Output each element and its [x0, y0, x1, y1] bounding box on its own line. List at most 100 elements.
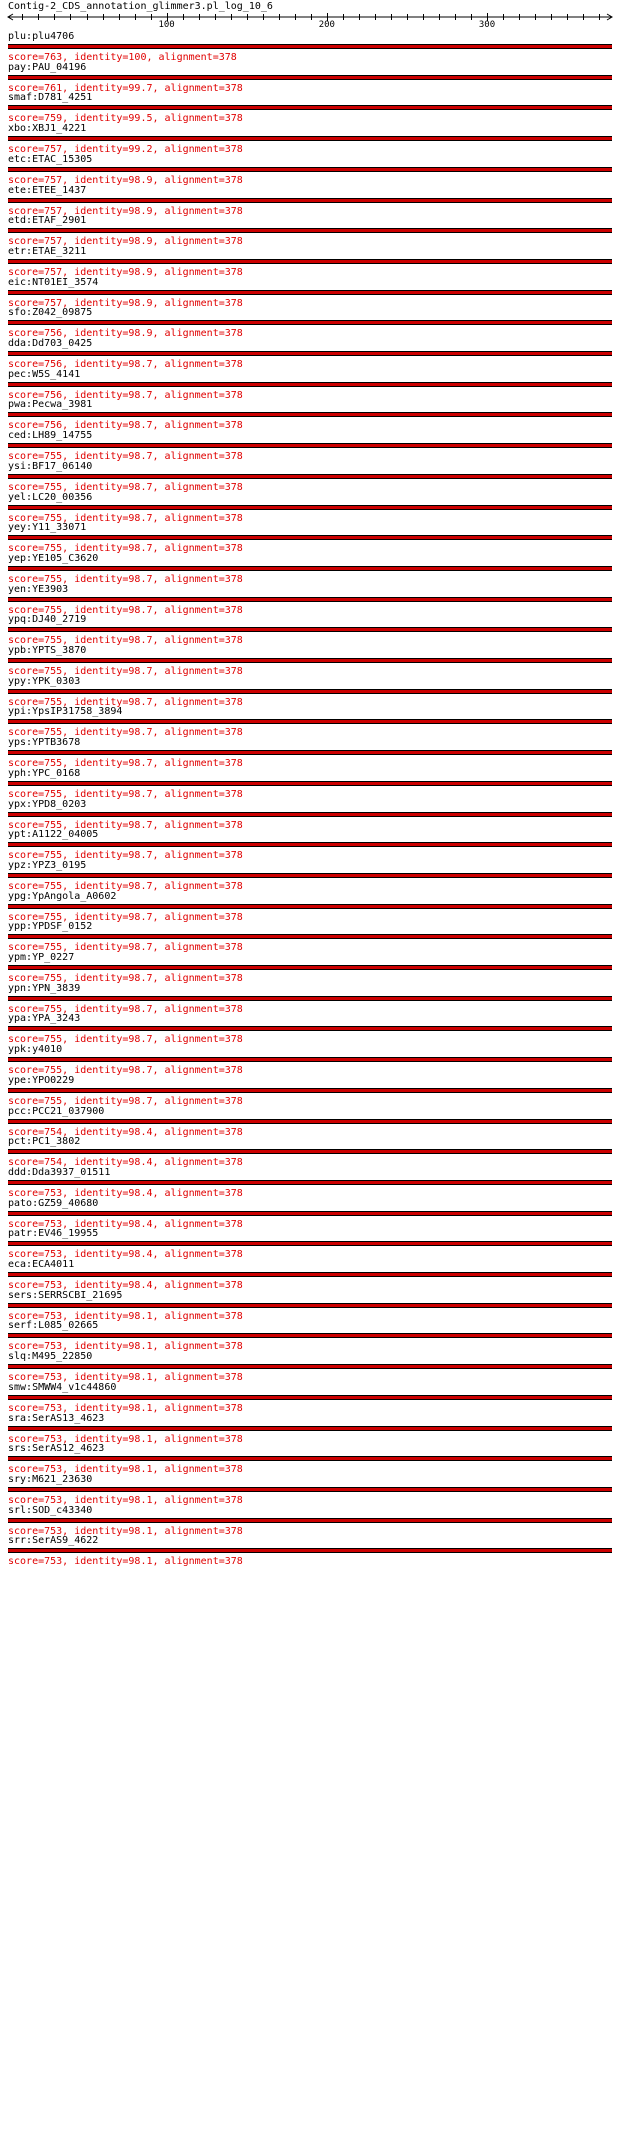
- alignment-bar[interactable]: [8, 381, 612, 387]
- hit-name[interactable]: ypi:YpsIP31758_3894: [8, 706, 122, 718]
- hit-name[interactable]: yey:Y11_33071: [8, 522, 86, 534]
- hit-name[interactable]: pay:PAU_04196: [8, 62, 86, 74]
- hit-name[interactable]: yel:LC20_00356: [8, 492, 92, 504]
- alignment-bar[interactable]: [8, 658, 612, 663]
- hit-name[interactable]: ypp:YPDSF_0152: [8, 921, 92, 933]
- hit-name[interactable]: yps:YPTB3678: [8, 737, 80, 749]
- alignment-bar[interactable]: [8, 197, 612, 203]
- hit-name[interactable]: ypb:YPTS_3870: [8, 645, 86, 657]
- alignment-bar[interactable]: [8, 44, 612, 49]
- alignment-bar[interactable]: [8, 1057, 612, 1063]
- alignment-bar[interactable]: [8, 1425, 612, 1431]
- hit-name[interactable]: yph:YPC_0168: [8, 768, 80, 780]
- alignment-bar[interactable]: [8, 565, 612, 571]
- hit-name[interactable]: ypn:YPN_3839: [8, 983, 80, 995]
- alignment-bar[interactable]: [8, 1486, 612, 1492]
- hit-name[interactable]: slq:M495_22850: [8, 1351, 92, 1363]
- alignment-bar[interactable]: [8, 1548, 612, 1554]
- hit-name[interactable]: ypk:y4010: [8, 1044, 62, 1056]
- hit-name[interactable]: pec:W5S_4141: [8, 369, 80, 381]
- alignment-bar[interactable]: [8, 1272, 612, 1277]
- hit-name[interactable]: pato:GZ59_40680: [8, 1198, 98, 1210]
- hit-name[interactable]: ypg:YpAngola_A0602: [8, 891, 116, 903]
- hit-name[interactable]: smw:SMWW4_v1c44860: [8, 1382, 116, 1394]
- hit-name[interactable]: eic:NT01EI_3574: [8, 277, 98, 289]
- hit-name[interactable]: etd:ETAF_2901: [8, 215, 86, 227]
- alignment-bar[interactable]: [8, 688, 612, 694]
- hit-name[interactable]: sers:SERRSCBI_21695: [8, 1290, 122, 1302]
- alignment-bar[interactable]: [8, 443, 612, 449]
- alignment-bar[interactable]: [8, 1149, 612, 1155]
- alignment-bar[interactable]: [8, 1026, 612, 1032]
- hit-name[interactable]: ypq:DJ40_2719: [8, 614, 86, 626]
- hit-name[interactable]: ysi:BF17_06140: [8, 461, 92, 473]
- alignment-bar[interactable]: [8, 1210, 612, 1216]
- hit-name[interactable]: pct:PC1_3802: [8, 1136, 80, 1148]
- alignment-bar[interactable]: [8, 842, 612, 848]
- alignment-bar[interactable]: [8, 1118, 612, 1124]
- hit-name[interactable]: srs:SerAS12_4623: [8, 1443, 104, 1455]
- alignment-bar[interactable]: [8, 228, 612, 234]
- alignment-bar[interactable]: [8, 504, 612, 510]
- alignment-bar[interactable]: [8, 166, 612, 172]
- hit-name[interactable]: pcc:PCC21_037900: [8, 1106, 104, 1118]
- hit-name[interactable]: yen:YE3903: [8, 584, 68, 596]
- alignment-bar[interactable]: [8, 903, 612, 909]
- hit-name[interactable]: smaf:D781_4251: [8, 92, 92, 104]
- hit-name[interactable]: sra:SerAS13_4623: [8, 1413, 104, 1425]
- alignment-bar[interactable]: [8, 1241, 612, 1247]
- alignment-bar[interactable]: [8, 1179, 612, 1185]
- alignment-bar[interactable]: [8, 995, 612, 1001]
- alignment-bar[interactable]: [8, 1394, 612, 1400]
- alignment-bar[interactable]: [8, 1302, 612, 1308]
- alignment-bar[interactable]: [8, 320, 612, 326]
- alignment-bar[interactable]: [8, 1364, 612, 1370]
- alignment-bar[interactable]: [8, 1517, 612, 1523]
- hit-name[interactable]: sfo:Z042_09875: [8, 307, 92, 319]
- hit-name[interactable]: sry:M621_23630: [8, 1474, 92, 1486]
- hit-name[interactable]: etr:ETAE_3211: [8, 246, 86, 258]
- hit-name[interactable]: srl:SOD_c43340: [8, 1505, 92, 1517]
- alignment-bar[interactable]: [8, 780, 612, 786]
- hit-name[interactable]: dda:Dd703_0425: [8, 338, 92, 350]
- hit-name[interactable]: yep:YE105_C3620: [8, 553, 98, 565]
- hit-name[interactable]: ypt:A1122_04005: [8, 829, 98, 841]
- alignment-bar[interactable]: [8, 811, 612, 817]
- hit-name[interactable]: ete:ETEE_1437: [8, 185, 86, 197]
- alignment-bar[interactable]: [8, 1456, 612, 1462]
- hit-name[interactable]: ypx:YPD8_0203: [8, 799, 86, 811]
- alignment-bar[interactable]: [8, 289, 612, 295]
- alignment-bar[interactable]: [8, 934, 612, 940]
- alignment-bar[interactable]: [8, 473, 612, 479]
- hit-name[interactable]: plu:plu4706: [8, 31, 74, 43]
- alignment-bar[interactable]: [8, 136, 612, 142]
- hit-name[interactable]: ypy:YPK_0303: [8, 676, 80, 688]
- alignment-bar[interactable]: [8, 1087, 612, 1093]
- hit-name[interactable]: ypm:YP_0227: [8, 952, 74, 964]
- hit-name[interactable]: ced:LH89_14755: [8, 430, 92, 442]
- alignment-bar[interactable]: [8, 1333, 612, 1339]
- hit-name[interactable]: ypz:YPZ3_0195: [8, 860, 86, 872]
- alignment-bar[interactable]: [8, 965, 612, 970]
- alignment-bar[interactable]: [8, 872, 612, 878]
- hit-name[interactable]: eca:ECA4011: [8, 1259, 74, 1271]
- alignment-bar[interactable]: [8, 412, 612, 418]
- alignment-bar[interactable]: [8, 258, 612, 264]
- hit-name[interactable]: serf:L085_02665: [8, 1320, 98, 1332]
- hit-name[interactable]: srr:SerAS9_4622: [8, 1535, 98, 1547]
- alignment-bar[interactable]: [8, 719, 612, 725]
- alignment-bar[interactable]: [8, 535, 612, 541]
- hit-name[interactable]: etc:ETAC_15305: [8, 154, 92, 166]
- alignment-bar[interactable]: [8, 596, 612, 602]
- hit-name[interactable]: patr:EV46_19955: [8, 1228, 98, 1240]
- alignment-bar[interactable]: [8, 351, 612, 356]
- alignment-bar[interactable]: [8, 105, 612, 111]
- alignment-bar[interactable]: [8, 627, 612, 633]
- hit-name[interactable]: xbo:XBJ1_4221: [8, 123, 86, 135]
- hit-name[interactable]: ype:YPO0229: [8, 1075, 74, 1087]
- alignment-bar[interactable]: [8, 750, 612, 756]
- hit-name[interactable]: pwa:Pecwa_3981: [8, 399, 92, 411]
- alignment-bar[interactable]: [8, 74, 612, 80]
- hit-name[interactable]: ddd:Dda3937_01511: [8, 1167, 110, 1179]
- hit-name[interactable]: ypa:YPA_3243: [8, 1013, 80, 1025]
